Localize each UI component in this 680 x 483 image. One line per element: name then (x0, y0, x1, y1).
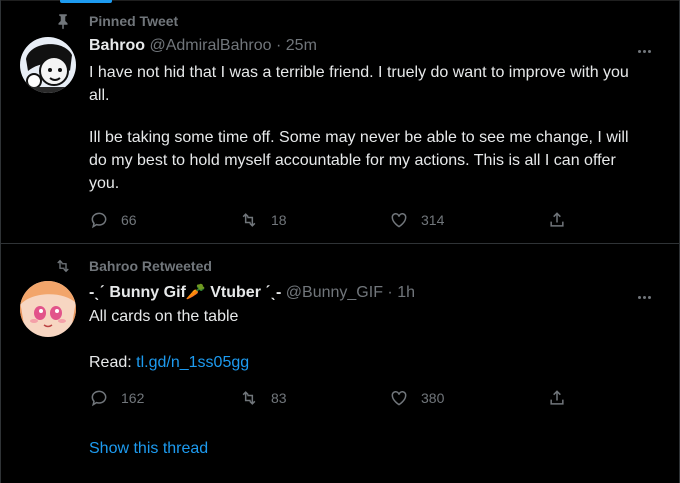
tweet-paragraph: Ill be taking some time off. Some may ne… (89, 129, 629, 192)
reply-icon (91, 390, 107, 407)
tweet-text: I have not hid that I was a terrible fri… (89, 61, 649, 195)
carrot-emoji: 🥕 (185, 284, 206, 301)
tweet-paragraph: All cards on the table (89, 308, 239, 325)
tweet-header: Bahroo @AdmiralBahroo · 25m (89, 37, 317, 55)
share-icon (550, 212, 564, 227)
tweet-text: All cards on the table Read: tl.gd/n_1ss… (89, 305, 649, 374)
handle[interactable]: @Bunny_GIF (286, 284, 383, 301)
reply-button[interactable]: 162 (89, 387, 144, 409)
handle[interactable]: @AdmiralBahroo (149, 37, 271, 54)
retweet-icon (242, 213, 256, 227)
separator: · (387, 284, 393, 301)
show-thread-link[interactable]: Show this thread (89, 440, 208, 458)
avatar[interactable] (20, 281, 76, 337)
pin-icon (58, 14, 68, 30)
tweet-paragraph: Read: tl.gd/n_1ss05gg (89, 351, 649, 374)
timestamp[interactable]: 1h (397, 284, 415, 301)
like-button[interactable]: 380 (389, 387, 444, 409)
reply-button[interactable]: 66 (89, 209, 137, 231)
retweet-count: 83 (271, 390, 287, 406)
tweet-actions: 162 83 380 (89, 387, 589, 409)
like-count: 380 (421, 390, 445, 406)
like-count: 314 (421, 212, 445, 228)
share-button[interactable] (547, 387, 579, 409)
avatar[interactable] (20, 37, 76, 93)
display-name[interactable]: -ˎˊ Bunny Gif🥕 Vtuber ˊˎ- (89, 284, 281, 301)
share-button[interactable] (547, 209, 579, 231)
retweet-icon (57, 259, 69, 273)
like-icon (391, 212, 407, 228)
reply-count: 162 (121, 390, 145, 406)
more-icon[interactable] (638, 40, 658, 53)
like-icon (391, 390, 407, 406)
retweet-icon (242, 391, 256, 405)
display-name-prefix: -ˎˊ Bunny Gif (89, 284, 186, 301)
avatar-image (20, 281, 76, 337)
social-context: Pinned Tweet (89, 13, 179, 29)
like-button[interactable]: 314 (389, 209, 444, 231)
retweet-button[interactable]: 18 (239, 209, 287, 231)
social-context: Bahroo Retweeted (89, 258, 212, 274)
read-label: Read: (89, 354, 132, 371)
reply-count: 66 (121, 212, 137, 228)
tweet-link[interactable]: tl.gd/n_1ss05gg (136, 354, 249, 371)
tweet-header: -ˎˊ Bunny Gif🥕 Vtuber ˊˎ- @Bunny_GIF · 1… (89, 282, 415, 302)
separator: · (275, 37, 282, 54)
reply-icon (91, 212, 107, 229)
display-name[interactable]: Bahroo (89, 37, 145, 54)
more-icon[interactable] (638, 286, 658, 299)
tweet-actions: 66 18 314 (89, 209, 589, 231)
display-name-suffix: Vtuber ˊˎ- (205, 284, 282, 301)
tweet-paragraph: I have not hid that I was a terrible fri… (89, 64, 629, 104)
retweet-button[interactable]: 83 (239, 387, 287, 409)
timestamp[interactable]: 25m (286, 37, 317, 54)
share-icon (550, 390, 564, 405)
avatar-image (20, 37, 76, 93)
pinned-tweet[interactable]: Pinned Tweet Bahroo @AdmiralBahroo · 25m… (0, 0, 680, 243)
retweet-count: 18 (271, 212, 287, 228)
